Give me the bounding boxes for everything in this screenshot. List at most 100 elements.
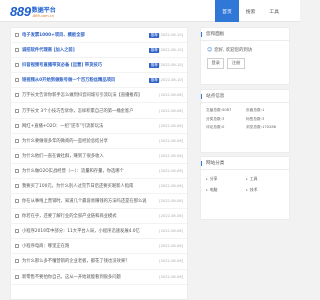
stat-item: 浏览总数:170286 (246, 125, 277, 129)
article-row[interactable]: 小程序电商：哪里正在跑 [2022-08-06] (11, 239, 187, 255)
stat-item: 评论总数:0 (206, 125, 225, 129)
document-icon (15, 93, 19, 98)
document-icon (15, 229, 19, 234)
main-nav: 首页 搜索 工具 (215, 0, 286, 22)
article-date: [2022-08-06] (159, 199, 183, 204)
article-row[interactable]: 为什么要做很多年的微商的一些经验总结分享 [2022-08-06] (11, 134, 187, 149)
document-icon (15, 63, 19, 68)
article-row[interactable]: 短视频从0开始到做账号做一个百万粉丝精品项目 推荐 [2022-08-10] (11, 73, 187, 89)
article-row[interactable]: 万字长文告诉你新手怎么做到抖音同城号引流玩法【直播推荐】 [2022-08-06] (11, 88, 187, 104)
document-icon (15, 123, 19, 128)
document-icon (15, 108, 19, 113)
article-row[interactable]: 万字长文 3个小技巧告诉你，怎样积累自己的第一桶金客户 [2022-08-06] (11, 103, 187, 119)
document-icon (15, 168, 19, 173)
user-panel: 您和面板 ☺ 您好, 欢迎您的到访 登录 注册 (200, 27, 290, 85)
article-title[interactable]: 为什么做O2O实战经营（一）：流量和存量，你选哪个 (22, 168, 159, 174)
folder-icon: ▸ (246, 187, 248, 192)
document-icon (15, 48, 19, 53)
category-panel: 网站分类 ▸ 分享 ▸ 工具 ▸ 电脑 ▸ 技术 (200, 156, 290, 220)
nav-home[interactable]: 首页 (215, 0, 239, 22)
category-share[interactable]: ▸ 分享 (206, 176, 244, 182)
article-title[interactable]: 新零售不要怕你自己，这从一开始就能看到很多问题 (22, 274, 159, 280)
document-icon (15, 259, 19, 264)
nav-tools[interactable]: 工具 (262, 0, 286, 22)
article-date: [2022-08-06] (159, 93, 183, 98)
article-date: [2022-08-06] (159, 259, 183, 264)
document-icon (15, 78, 19, 83)
article-row[interactable]: 你在从事线上营销时，知道几个最容易赚钱的方法吗还是在那么说 [2022-08-06… (11, 194, 187, 210)
document-icon (15, 274, 19, 279)
article-date: [2022-08-06] (159, 229, 183, 234)
article-row[interactable]: 你若在乎，还要了解行业的全部产业链和商业模式 [2022-08-06] (11, 209, 187, 225)
article-date: [2022-08-06] (159, 244, 183, 249)
article-title[interactable]: 电子发票1000+项目、模板全部 (22, 32, 148, 38)
article-list: 电子发票1000+项目、模板全部 推荐 [2022-08-10] 诚招软件代理商 [加… (10, 27, 188, 300)
stats-panel-title: 站点信息 (201, 90, 289, 103)
article-date: [2022-08-06] (159, 108, 183, 113)
recommend-badge: 推荐 (149, 62, 160, 68)
article-title[interactable]: 小程序2019年中部分：11大平台入局，小程序迅速发展4.0亿 (22, 228, 159, 234)
document-icon (15, 244, 19, 249)
article-title[interactable]: 短视频从0开始到做账号做一个百万粉丝精品项目 (22, 77, 148, 83)
site-logo[interactable]: 889 数据平台 .889.com.cn (10, 3, 56, 19)
article-title[interactable]: 你若在乎，还要了解行业的全部产业链和商业模式 (22, 213, 159, 219)
logo-url: .889.com.cn (31, 14, 55, 19)
article-row[interactable]: 新零售不要怕你自己，这从一开始就能看到很多问题 [2022-08-06] (11, 270, 187, 285)
article-row[interactable]: 我要买了100元，为什么别人过完节日后还要买呢新人指南 [2022-08-06] (11, 179, 187, 195)
folder-icon: ▸ (246, 177, 248, 181)
article-title[interactable]: 为什么他们一直在做社群，赚到了很多收入 (22, 153, 159, 159)
article-title[interactable]: 抖音视频号直播带货必备 [运营] 带货技巧 (22, 62, 148, 68)
article-title[interactable]: 诚招软件代理商 [加入之前] (22, 47, 148, 53)
article-row[interactable]: 电子发票1000+项目、模板全部 推荐 [2022-08-10] (11, 28, 187, 44)
article-title[interactable]: 万字长文告诉你新手怎么做到抖音同城号引流玩法【直播推荐】 (22, 92, 159, 98)
article-title[interactable]: 你在从事线上营销时，知道几个最容易赚钱的方法吗还是在那么说 (22, 198, 159, 204)
article-date: [2022-08-10] (159, 63, 183, 68)
site-header: 889 数据平台 .889.com.cn 首页 搜索 工具 (0, 0, 300, 22)
article-row[interactable]: 为什么他们一直在做社群，赚到了很多收入 [2022-08-06] (11, 149, 187, 164)
article-date: [2022-08-10] (159, 48, 183, 53)
category-tech[interactable]: ▸ 技术 (246, 187, 284, 193)
document-icon (15, 153, 19, 158)
smile-icon: ☺ (207, 47, 213, 53)
register-button[interactable]: 注册 (227, 58, 245, 69)
stat-item: 页面总数:1 (246, 108, 265, 112)
article-title[interactable]: 为什么那么多不懂营销的企业老板，都花了钱也没效果？ (22, 258, 159, 264)
document-icon (15, 33, 19, 38)
category-panel-title: 网站分类 (201, 157, 289, 170)
article-title[interactable]: 小程序电商：哪里正在跑 (22, 243, 159, 249)
document-icon (15, 183, 19, 188)
article-row[interactable]: 为什么做O2O实战经营（一）：流量和存量，你选哪个 [2022-08-06] (11, 164, 187, 179)
nav-search[interactable]: 搜索 (239, 0, 263, 22)
stat-item: 标签总数:3 (246, 116, 265, 121)
article-row[interactable]: 为什么那么多不懂营销的企业老板，都花了钱也没效果？ [2022-08-06] (11, 254, 187, 270)
article-title[interactable]: 我要买了100元，为什么别人过完节日后还要买呢新人指南 (22, 183, 159, 189)
article-row[interactable]: 诚招软件代理商 [加入之前] 推荐 [2022-08-10] (11, 43, 187, 59)
folder-icon: ▸ (206, 187, 208, 192)
document-icon (15, 214, 19, 219)
recommend-badge: 推荐 (149, 32, 160, 38)
article-row[interactable]: 抖音视频号直播带货必备 [运营] 带货技巧 推荐 [2022-08-10] (11, 58, 187, 74)
article-title[interactable]: 网红+直播+O2O：一招”逆市”引流新玩法 (22, 123, 159, 129)
article-title[interactable]: 万字长文 3个小技巧告诉你，怎样积累自己的第一桶金客户 (22, 108, 159, 114)
category-tools[interactable]: ▸ 工具 (246, 176, 284, 182)
login-button[interactable]: 登录 (207, 58, 225, 69)
article-title[interactable]: 为什么要做很多年的微商的一些经验总结分享 (22, 138, 159, 144)
folder-icon: ▸ (206, 177, 208, 181)
stat-item: 文章总数:5087 (206, 108, 232, 112)
recommend-badge: 推荐 (149, 47, 160, 53)
article-date: [2022-08-06] (159, 138, 183, 143)
stat-item: 分类总数:3 (206, 116, 225, 121)
article-date: [2022-08-06] (159, 153, 183, 158)
user-panel-title: 您和面板 (201, 28, 289, 41)
article-row[interactable]: 网红+直播+O2O：一招”逆市”引流新玩法 [2022-08-06] (11, 119, 187, 134)
article-date: [2022-08-06] (159, 123, 183, 128)
greeting-text: 您好, 欢迎您的到访 (214, 48, 253, 53)
stats-panel: 站点信息 文章总数:5087 页面总数:1 分类总数:3 标签总数:3 评论总数… (200, 89, 290, 153)
article-date: [2022-08-06] (159, 168, 183, 173)
article-date: [2022-08-10] (159, 33, 183, 38)
category-computer[interactable]: ▸ 电脑 (206, 187, 244, 193)
document-icon (15, 199, 19, 204)
document-icon (15, 138, 19, 143)
article-date: [2022-08-06] (159, 274, 183, 279)
article-row[interactable]: 小程序2019年中部分：11大平台入局，小程序迅速发展4.0亿 [2022-08-… (11, 224, 187, 240)
